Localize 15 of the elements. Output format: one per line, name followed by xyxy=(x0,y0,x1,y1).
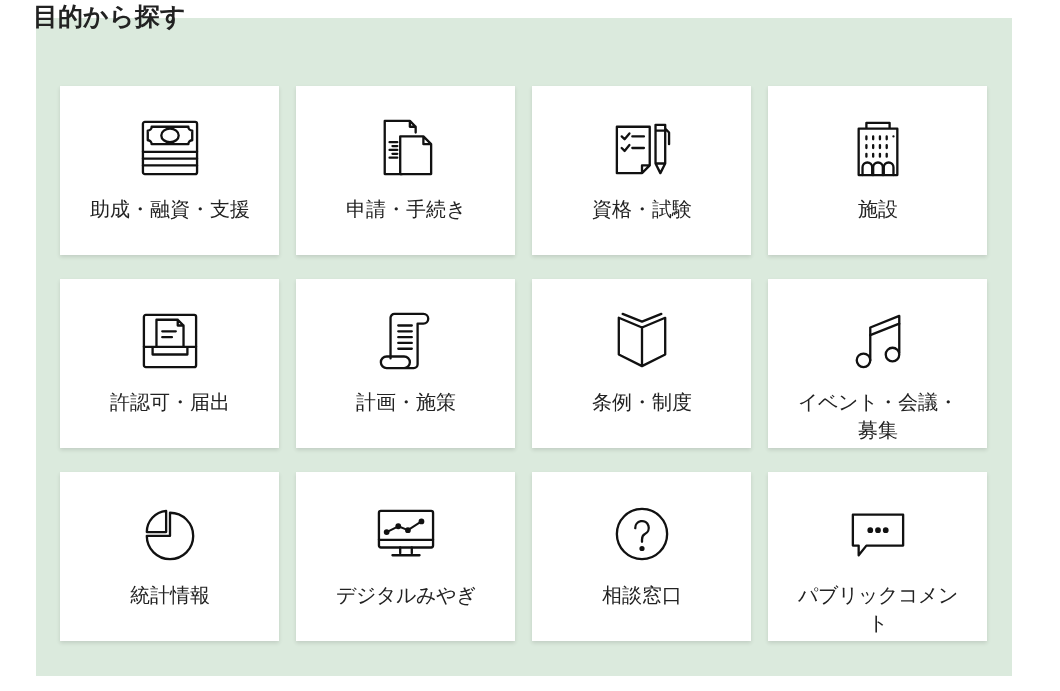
category-card[interactable]: 許認可・届出 xyxy=(60,279,279,448)
category-card[interactable]: 計画・施策 xyxy=(296,279,515,448)
category-card[interactable]: 申請・手続き xyxy=(296,86,515,255)
category-card[interactable]: 相談窓口 xyxy=(532,472,751,641)
category-card[interactable]: 助成・融資・支援 xyxy=(60,86,279,255)
category-card[interactable]: 統計情報 xyxy=(60,472,279,641)
category-card[interactable]: イベント・会議・募集 xyxy=(768,279,987,448)
category-card[interactable]: 資格・試験 xyxy=(532,86,751,255)
section-title: 目的から探す xyxy=(32,1,186,32)
category-card[interactable]: 施設 xyxy=(768,86,987,255)
document-tray-icon xyxy=(140,312,199,370)
banknote-stack-icon xyxy=(140,119,199,177)
category-card[interactable]: デジタルみやぎ xyxy=(296,472,515,641)
category-card[interactable]: パブリックコメント xyxy=(768,472,987,641)
category-card[interactable]: 条例・制度 xyxy=(532,279,751,448)
